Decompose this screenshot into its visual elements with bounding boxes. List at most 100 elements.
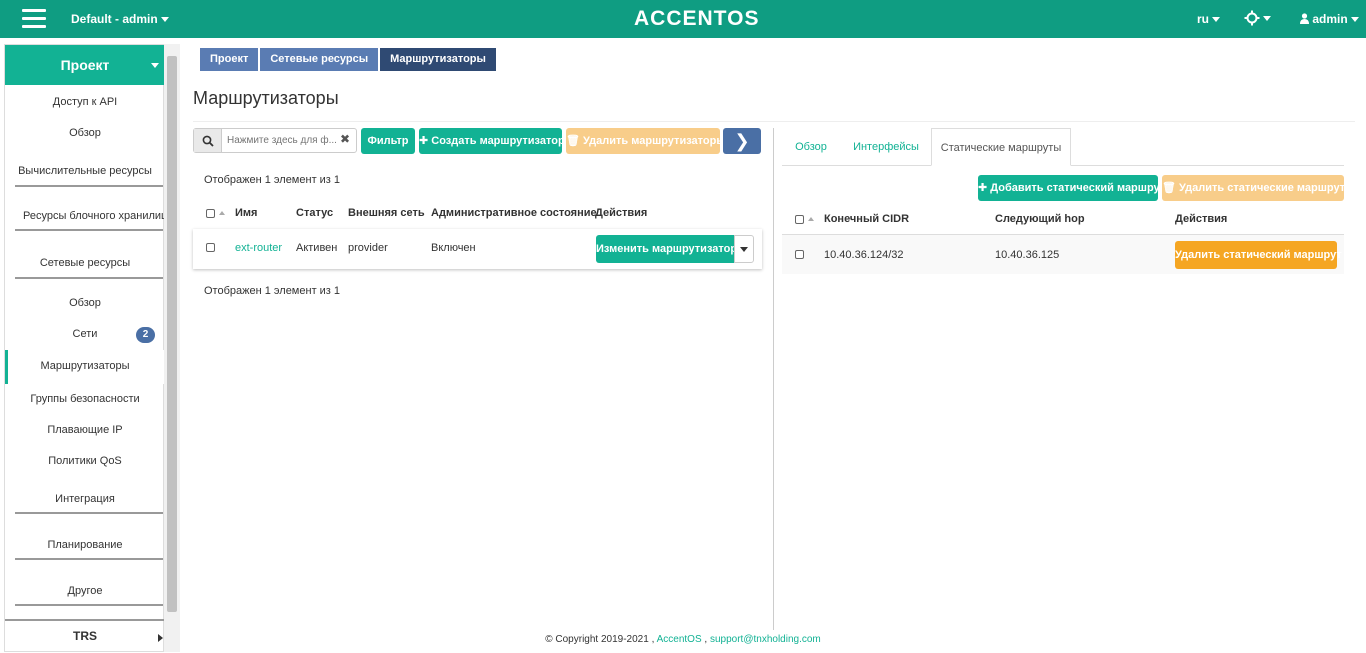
sidebar-item-security-groups[interactable]: Группы безопасности	[5, 393, 165, 405]
chevron-down-icon	[1350, 17, 1359, 23]
edit-router-button[interactable]: Изменить маршрутизатор	[596, 235, 737, 263]
sidebar: Проект Доступ к API Обзор Вычислительные…	[4, 44, 165, 652]
search-icon	[202, 135, 214, 147]
add-static-route-label: Добавить статический маршрут	[990, 182, 1166, 194]
filter-button[interactable]: Фильтр	[361, 128, 415, 154]
route-next-hop: 10.40.36.125	[995, 249, 1060, 261]
divider	[193, 121, 1355, 122]
scrollbar-thumb[interactable]	[167, 56, 177, 612]
delete-routers-button[interactable]: 🗑 Удалить маршрутизаторы	[566, 128, 726, 154]
clear-search-icon[interactable]: ✖	[340, 132, 350, 146]
add-static-route-button[interactable]: ✚ Добавить статический маршрут	[978, 175, 1165, 201]
sort-asc-icon[interactable]	[219, 211, 225, 215]
row-actions-dropdown[interactable]	[734, 235, 754, 263]
company-link[interactable]: AccentOS	[657, 634, 702, 645]
breadcrumb-item-project[interactable]: Проект	[200, 48, 259, 71]
tab-static-routes[interactable]: Статические маршруты	[931, 128, 1071, 166]
create-router-label: Создать маршрутизатор	[431, 135, 565, 147]
route-row-checkbox[interactable]	[795, 250, 804, 259]
sort-asc-icon[interactable]	[808, 217, 814, 221]
column-header-status[interactable]: Статус	[296, 207, 333, 219]
search-box: ✖	[193, 128, 357, 153]
sidebar-item-network[interactable]: Сетевые ресурсы	[5, 257, 165, 269]
footer-separator: ,	[704, 634, 708, 645]
tab-interfaces[interactable]: Интерфейсы	[844, 128, 928, 166]
divider	[15, 185, 163, 187]
delete-static-route-button[interactable]: Удалить статический маршрут	[1175, 241, 1342, 269]
row-checkbox[interactable]	[206, 243, 215, 252]
create-router-button[interactable]: ✚ Создать маршрутизатор	[419, 128, 565, 154]
divider	[15, 229, 163, 231]
plus-icon: ✚	[419, 135, 432, 147]
sidebar-item-network-overview[interactable]: Обзор	[5, 297, 165, 309]
column-header-name[interactable]: Имя	[235, 207, 257, 219]
support-email-link[interactable]: support@tnxholding.com	[710, 634, 821, 645]
sidebar-scrollbar[interactable]	[164, 44, 180, 652]
column-header-route-actions: Действия	[1175, 213, 1228, 225]
search-input[interactable]	[227, 133, 337, 148]
chevron-down-icon	[1263, 15, 1271, 21]
trash-icon: 🗑	[566, 135, 584, 147]
column-header-destination-cidr[interactable]: Конечный CIDR	[824, 213, 909, 225]
chevron-right-icon: ❯	[734, 131, 750, 151]
top-navbar: Default - admin ACCENTOS ru admin	[0, 0, 1366, 38]
column-header-external-network[interactable]: Внешняя сеть	[348, 207, 425, 219]
panel-divider[interactable]	[773, 128, 774, 630]
footer: © Copyright 2019-2021 , AccentOS , suppo…	[0, 634, 1366, 645]
project-selector-label: Default - admin	[71, 12, 158, 26]
select-all-checkbox[interactable]	[206, 209, 215, 218]
plus-icon: ✚	[978, 182, 991, 194]
sidebar-section-label: Проект	[60, 57, 110, 73]
sidebar-item-routers-label: Маршрутизаторы	[40, 360, 130, 372]
router-status: Активен	[296, 242, 338, 254]
search-button[interactable]	[194, 129, 222, 152]
chevron-down-icon	[160, 17, 169, 23]
items-count: Отображен 1 элемент из 1	[204, 174, 341, 186]
language-selector[interactable]: ru	[1197, 12, 1220, 26]
chevron-down-icon	[151, 63, 159, 68]
sidebar-item-other[interactable]: Другое	[5, 585, 165, 597]
divider	[15, 604, 163, 606]
page-title: Маршрутизаторы	[193, 88, 339, 108]
user-menu[interactable]: admin	[1300, 12, 1359, 26]
column-header-next-hop[interactable]: Следующий hop	[995, 213, 1085, 225]
project-selector[interactable]: Default - admin	[71, 12, 169, 26]
router-name-link[interactable]: ext-router	[235, 242, 282, 254]
divider	[15, 558, 163, 560]
sidebar-item-scheduling[interactable]: Планирование	[5, 539, 165, 551]
items-count-bottom: Отображен 1 элемент из 1	[204, 285, 341, 297]
user-label: admin	[1312, 12, 1348, 26]
copyright-text: © Copyright 2019-2021 ,	[545, 634, 655, 645]
route-cidr: 10.40.36.124/32	[824, 249, 904, 261]
chevron-down-icon	[740, 247, 748, 252]
router-admin-state: Включен	[431, 242, 476, 254]
sidebar-section-project[interactable]: Проект	[5, 45, 165, 85]
sidebar-item-qos-policies[interactable]: Политики QoS	[5, 455, 165, 467]
divider	[15, 512, 163, 514]
brand-logo: ACCENTOS	[634, 7, 760, 30]
sidebar-item-api-access[interactable]: Доступ к API	[5, 96, 165, 108]
breadcrumb: Проект Сетевые ресурсы Маршрутизаторы	[200, 48, 498, 71]
router-external-network: provider	[348, 242, 388, 254]
hamburger-menu-icon[interactable]	[22, 9, 46, 29]
delete-routers-label: Удалить маршрутизаторы	[583, 135, 726, 147]
delete-static-routes-button[interactable]: 🗑 Удалить статические маршруты	[1162, 175, 1355, 201]
next-panel-button[interactable]: ❯	[723, 128, 761, 154]
sidebar-item-block-storage[interactable]: Ресурсы блочного хранилища	[5, 210, 165, 222]
tab-overview[interactable]: Обзор	[782, 128, 840, 166]
breadcrumb-item-network[interactable]: Сетевые ресурсы	[260, 48, 379, 71]
settings-menu[interactable]	[1244, 10, 1271, 26]
divider	[15, 277, 163, 279]
sidebar-item-integration[interactable]: Интеграция	[5, 493, 165, 505]
select-all-routes-checkbox[interactable]	[795, 215, 804, 224]
chevron-down-icon	[1212, 17, 1220, 23]
gear-icon	[1244, 10, 1260, 26]
user-icon	[1300, 13, 1309, 24]
column-header-admin-state[interactable]: Административное состояние	[431, 207, 597, 219]
sidebar-item-compute[interactable]: Вычислительные ресурсы	[5, 165, 165, 177]
language-label: ru	[1197, 12, 1209, 26]
sidebar-item-floating-ips[interactable]: Плавающие IP	[5, 424, 165, 436]
breadcrumb-item-routers: Маршрутизаторы	[380, 48, 496, 71]
delete-static-routes-label: Удалить статические маршруты	[1179, 182, 1355, 194]
sidebar-item-overview[interactable]: Обзор	[5, 127, 165, 139]
